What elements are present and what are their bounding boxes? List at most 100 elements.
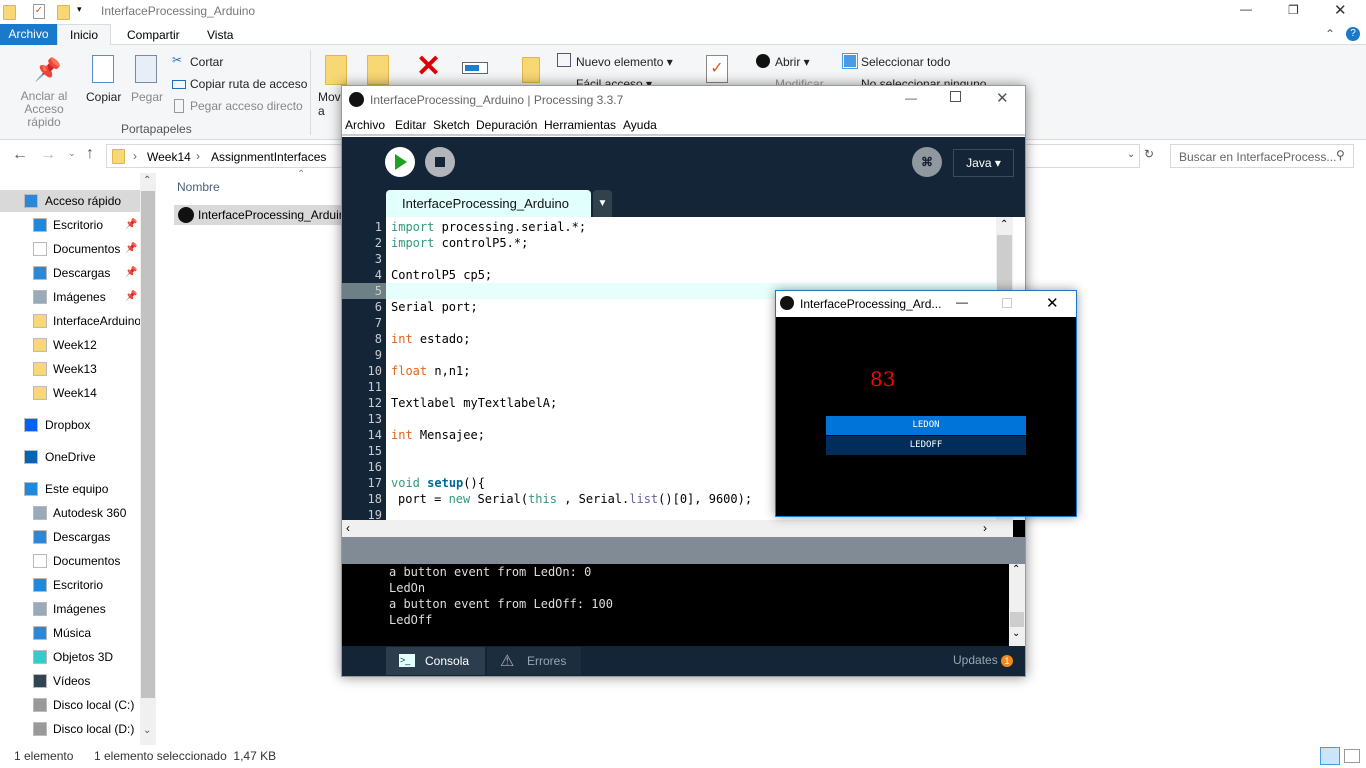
nav-item[interactable]: Escritorio 📌 [0,214,140,236]
group-label-clipboard: Portapapeles [121,122,192,136]
nav-item[interactable]: OneDrive [0,446,140,468]
tab-menu-button[interactable]: ▼ [593,190,612,217]
recent-dropdown-icon[interactable]: ⌄ [68,148,76,159]
scissors-icon: ✂ [172,53,183,67]
nav-item[interactable]: Imágenes 📌 [0,286,140,308]
tab-archivo[interactable]: Archivo [0,24,57,45]
copy-icon [92,55,114,83]
status-divider[interactable] [342,537,1025,564]
run-button[interactable] [385,147,415,177]
nav-item[interactable]: Autodesk 360 [0,502,140,524]
delete-icon[interactable]: ✕ [416,49,441,84]
nav-item[interactable]: Este equipo [0,478,140,500]
copy-button[interactable]: Copiar [86,90,121,104]
maximize-button[interactable] [950,91,961,102]
nav-scrollbar[interactable]: ⌃ ⌄ [140,173,156,745]
menu-item[interactable]: Ayuda [623,118,657,132]
paste-button[interactable]: Pegar [131,90,163,104]
nav-item[interactable]: Documentos 📌 [0,238,140,260]
maximize-button[interactable]: ❐ [1288,3,1299,17]
editor-hscrollbar[interactable]: ‹ › [342,520,1013,537]
menu-item[interactable]: Editar [395,118,426,132]
nav-item[interactable]: Documentos [0,550,140,572]
tab-compartir[interactable]: Compartir [127,28,180,42]
new-item-button[interactable]: Nuevo elemento ▾ [576,55,673,69]
move-to-button[interactable]: Mover a [318,90,342,118]
nav-item[interactable]: Disco local (D:) [0,718,140,740]
search-input[interactable]: Buscar en InterfaceProcess... ⚲ [1170,144,1354,168]
tab-errors[interactable]: ⚠ Errores [487,647,581,675]
details-view-button[interactable] [1320,747,1340,765]
music-icon [33,626,47,640]
sketch-titlebar: InterfaceProcessing_Ard... — ✕ [776,291,1076,317]
nav-item[interactable]: Disco local (C:) [0,694,140,716]
menu-item[interactable]: Sketch [433,118,470,132]
mode-selector[interactable]: Java ▾ [953,149,1014,177]
nav-item[interactable]: Week14 [0,382,140,404]
copy-path-button[interactable]: Copiar ruta de acceso [190,77,307,91]
customize-dropdown-icon[interactable]: ▾ [77,4,82,15]
stop-button[interactable] [425,147,455,177]
menu-item[interactable]: Archivo [345,118,385,132]
dropbox-icon [24,418,38,432]
back-button[interactable]: ← [12,146,28,164]
help-icon[interactable]: ? [1346,27,1360,41]
address-dropdown-icon[interactable]: ⌄ [1127,149,1135,160]
nav-item[interactable]: Descargas [0,526,140,548]
paste-shortcut-button[interactable]: Pegar acceso directo [190,99,303,113]
breadcrumb-week14[interactable]: Week14 [147,150,191,164]
close-button[interactable]: ✕ [996,89,1009,107]
menu-item[interactable]: Herramientas [544,118,616,132]
tab-sketch[interactable]: InterfaceProcessing_Arduino [386,190,591,217]
open-button[interactable]: Abrir ▾ [775,55,810,69]
pin-quick-access-button[interactable]: Anclar al Acceso rápido [6,90,82,129]
nav-item[interactable]: Imágenes [0,598,140,620]
play-icon [395,154,407,170]
debug-button[interactable]: ⌘ [912,147,942,177]
nav-item[interactable]: Dropbox [0,414,140,436]
nav-item[interactable]: Escritorio [0,574,140,596]
up-button[interactable]: ↑ [86,145,94,163]
nav-item[interactable]: InterfaceArduino [0,310,140,332]
cut-button[interactable]: Cortar [190,55,223,69]
refresh-button[interactable]: ↻ [1144,147,1154,161]
tab-console[interactable]: >_ Consola [386,647,485,675]
nav-item[interactable]: Week12 [0,334,140,356]
drive-icon [33,698,47,712]
select-all-button[interactable]: Seleccionar todo [861,55,950,69]
large-icons-view-button[interactable] [1344,749,1360,763]
ribbon-collapse-icon[interactable]: ⌃ [1325,27,1335,41]
nav-item[interactable]: Música [0,622,140,644]
new-folder-big-icon[interactable] [522,57,540,83]
nav-item[interactable]: Objetos 3D [0,646,140,668]
folder-icon [112,149,125,164]
breadcrumb-assignment[interactable]: AssignmentInterfaces [211,150,326,164]
column-header-name[interactable]: Nombre [177,180,220,194]
minimize-button[interactable]: — [1240,2,1252,16]
menu-item[interactable]: Depuración [476,118,537,132]
rename-icon[interactable] [462,62,488,74]
maximize-button[interactable] [1002,298,1012,308]
nav-item[interactable]: Descargas 📌 [0,262,140,284]
nav-item[interactable]: Acceso rápido [0,190,140,212]
ledon-button[interactable]: LEDON [826,416,1026,435]
file-item[interactable]: InterfaceProcessing_Arduino [174,205,354,225]
console-line: a button event from LedOff: 100 [389,597,613,611]
properties-icon[interactable]: ✓ [33,4,45,19]
nav-item[interactable]: Week13 [0,358,140,380]
new-folder-icon[interactable] [57,5,70,20]
updates-button[interactable]: Updates 1 [953,653,1014,667]
minimize-button[interactable]: — [956,295,968,309]
nav-item[interactable]: Vídeos [0,670,140,692]
forward-button[interactable]: → [40,146,56,164]
tab-inicio[interactable]: Inicio [57,24,111,46]
console-scrollbar[interactable]: ⌃ ⌄ [1009,564,1025,646]
item-count: 1 elemento [14,749,74,763]
pin-icon: 📌 [125,291,138,302]
tab-vista[interactable]: Vista [207,28,233,42]
close-button[interactable]: ✕ [1046,294,1059,312]
close-button[interactable]: ✕ [1334,1,1347,19]
ledoff-button[interactable]: LEDOFF [826,436,1026,455]
properties-big-icon[interactable]: ✓ [706,55,728,83]
minimize-button[interactable]: — [905,91,917,105]
